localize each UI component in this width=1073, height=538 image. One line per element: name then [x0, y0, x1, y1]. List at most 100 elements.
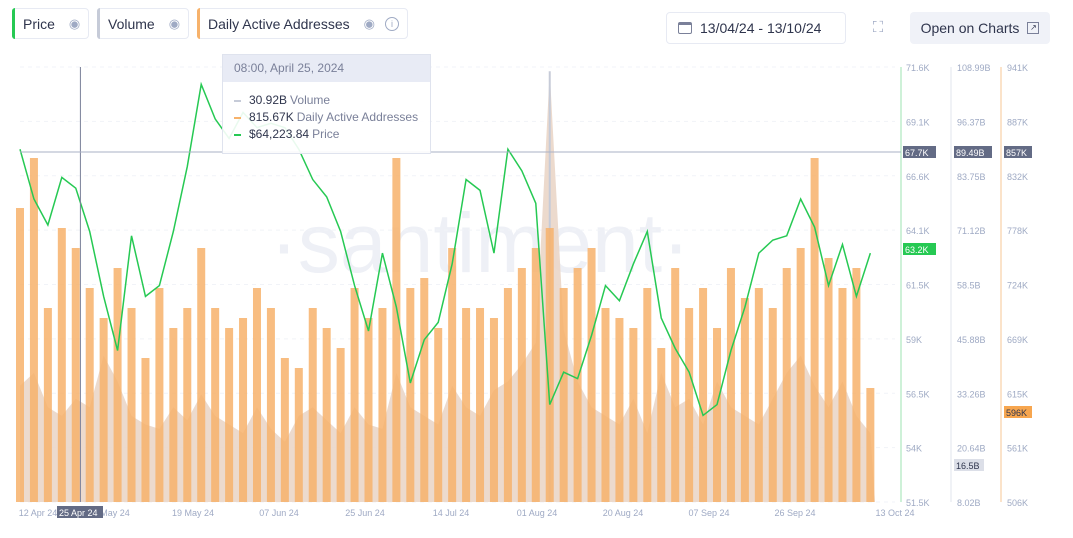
daa-bar: [197, 248, 206, 502]
daa-bar: [225, 328, 234, 502]
volume-swatch: [234, 99, 241, 102]
volume-tick-label: 108.99B: [957, 63, 991, 73]
daa-bar: [601, 308, 610, 502]
last-volume-label: 16.5B: [956, 461, 980, 471]
price-tick-label: 56.5K: [906, 389, 930, 399]
volume-tick-label: 33.26B: [957, 389, 986, 399]
daa-bar: [824, 258, 833, 502]
daa-tick-label: 941K: [1007, 63, 1028, 73]
daa-bar: [810, 158, 819, 502]
daa-tick-label: 615K: [1007, 389, 1028, 399]
price-tick-label: 71.6K: [906, 63, 930, 73]
daa-bar: [434, 328, 443, 502]
daa-bar: [252, 288, 261, 502]
daa-bar: [503, 288, 512, 502]
daa-bar: [615, 318, 624, 502]
daa-bar: [141, 358, 150, 502]
daa-bar: [782, 268, 791, 502]
volume-tick-label: 45.88B: [957, 335, 986, 345]
chart[interactable]: ·santiment· 71.6K 69.1K 66.6K 64.1K 61.5K 59K…: [0, 0, 1073, 538]
last-price-label: 63.2K: [905, 245, 929, 255]
daa-bar: [462, 308, 471, 502]
daa-bar: [643, 288, 652, 502]
daa-bar: [322, 328, 331, 502]
daa-bar: [392, 158, 401, 502]
daa-bar: [266, 308, 275, 502]
price-swatch: [234, 133, 241, 136]
daa-bar: [43, 308, 52, 502]
crosshair-daa-label: 857K: [1006, 148, 1027, 158]
daa-bar: [754, 288, 763, 502]
daa-tick-label: 887K: [1007, 117, 1028, 127]
volume-tick-label: 20.64B: [957, 444, 986, 454]
daa-bar: [99, 318, 108, 502]
x-tick-label: 19 May 24: [172, 508, 214, 518]
price-tick-label: 69.1K: [906, 117, 930, 127]
daa-bar: [308, 308, 317, 502]
daa-bar: [211, 308, 220, 502]
watermark: ·santiment·: [270, 196, 690, 290]
daa-bar: [740, 298, 749, 502]
daa-bar: [448, 248, 457, 502]
last-daa-label: 596K: [1006, 408, 1027, 418]
daa-bar: [16, 208, 24, 502]
tooltip-value: 815.67K: [249, 110, 294, 124]
price-tick-label: 61.5K: [906, 281, 930, 291]
daa-bar: [127, 308, 136, 502]
daa-bar: [699, 288, 708, 502]
daa-bar: [657, 348, 666, 502]
daa-bar: [713, 328, 722, 502]
daa-bar: [57, 228, 66, 502]
daa-bar: [671, 268, 680, 502]
daa-bar: [29, 158, 38, 502]
volume-tick-label: 58.5B: [957, 281, 981, 291]
crosshair-date-label: 25 Apr 24: [59, 508, 98, 518]
daa-bar: [239, 318, 248, 502]
x-tick-label: 12 Apr 24: [19, 508, 58, 518]
daa-tick-label: 506K: [1007, 498, 1028, 508]
tooltip-row-daa: 815.67K Daily Active Addresses: [223, 109, 430, 126]
tooltip-value: $64,223.84: [249, 127, 310, 141]
tooltip-title: 08:00, April 25, 2024: [223, 55, 430, 82]
tooltip-row-volume: 30.92B Volume: [223, 92, 430, 109]
daa-bar: [838, 288, 847, 502]
daa-bar: [420, 278, 429, 502]
daa-bar: [183, 308, 192, 502]
volume-tick-label: 8.02B: [957, 498, 981, 508]
daa-bar: [71, 248, 80, 502]
daa-bar: [629, 328, 638, 502]
daa-tick-label: 561K: [1007, 444, 1028, 454]
daa-bar: [559, 288, 568, 502]
daa-bar: [685, 308, 694, 502]
x-tick-label: 26 Sep 24: [774, 508, 815, 518]
crosshair-volume-label: 89.49B: [956, 148, 985, 158]
daa-bar: [768, 308, 777, 502]
x-tick-label: 20 Aug 24: [603, 508, 644, 518]
x-tick-label: 25 Jun 24: [345, 508, 385, 518]
daa-tick-label: 669K: [1007, 335, 1028, 345]
daa-swatch: [234, 116, 241, 119]
tooltip-name: Price: [312, 127, 340, 141]
x-tick-label: May 24: [100, 508, 130, 518]
volume-tick-label: 71.12B: [957, 226, 986, 236]
daa-bar: [113, 268, 122, 502]
daa-bar: [489, 318, 498, 502]
daa-bar: [364, 318, 373, 502]
x-tick-label: 13 Oct 24: [875, 508, 914, 518]
daa-tick-label: 724K: [1007, 281, 1028, 291]
crosshair-price-label: 67.7K: [905, 148, 929, 158]
volume-tick-label: 83.75B: [957, 172, 986, 182]
daa-bar: [280, 358, 289, 502]
tooltip-value: 30.92B: [249, 93, 288, 107]
volume-tick-label: 96.37B: [957, 117, 986, 127]
x-tick-label: 07 Sep 24: [688, 508, 729, 518]
tooltip-name: Volume: [290, 93, 331, 107]
daa-bar: [294, 368, 303, 502]
daa-bar: [169, 328, 178, 502]
tooltip-row-price: $64,223.84 Price: [223, 126, 430, 143]
daa-bar: [378, 308, 387, 502]
daa-bar: [573, 268, 582, 502]
daa-bar: [155, 288, 164, 502]
price-tick-label: 64.1K: [906, 226, 930, 236]
price-tick-label: 51.5K: [906, 498, 930, 508]
